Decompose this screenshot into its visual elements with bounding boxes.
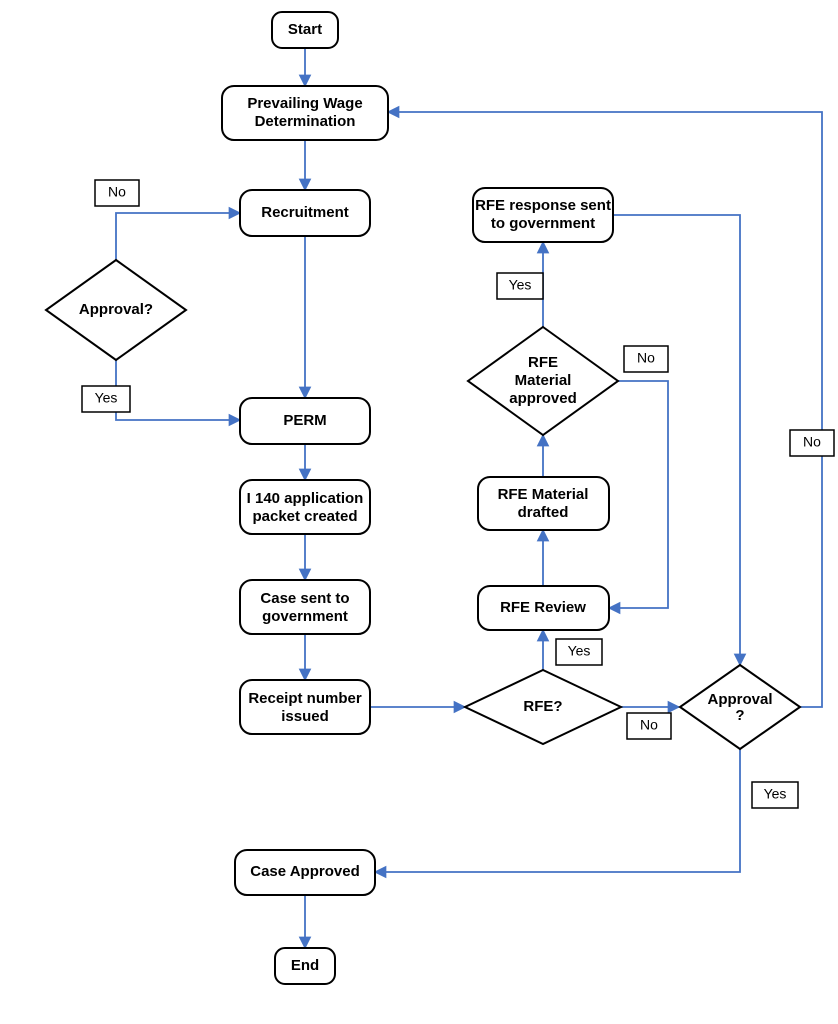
node-i140-l1: I 140 application xyxy=(247,490,364,507)
edge-approved-no xyxy=(609,381,668,608)
edge-approval1-yes xyxy=(116,360,240,420)
node-rfeappr-l3: approved xyxy=(509,390,577,407)
node-rfeq-label: RFE? xyxy=(523,698,562,715)
node-pwd-l1: Prevailing Wage xyxy=(247,95,362,112)
node-i140-l2: packet created xyxy=(252,508,357,525)
node-rfeappr-l1: RFE xyxy=(528,354,558,371)
edge-approval2-yes xyxy=(375,749,740,872)
node-receipt-l2: issued xyxy=(281,708,329,725)
label-approval2-yes-text: Yes xyxy=(764,786,787,802)
node-case-approved-label: Case Approved xyxy=(250,863,359,880)
label-rfeappr-yes-text: Yes xyxy=(509,277,532,293)
node-receipt-l1: Receipt number xyxy=(248,690,362,707)
node-approval1-label: Approval? xyxy=(79,301,153,318)
node-rfedrafted-l2: drafted xyxy=(518,504,569,521)
node-rfesent-l1: RFE response sent xyxy=(475,197,611,214)
node-rfereview-label: RFE Review xyxy=(500,599,586,616)
label-approval1-no-text: No xyxy=(108,184,126,200)
label-approval1-yes-text: Yes xyxy=(95,390,118,406)
node-recruitment-label: Recruitment xyxy=(261,204,349,221)
node-casesent-l2: government xyxy=(262,608,348,625)
edge-rfesent-approval2 xyxy=(613,215,740,665)
node-casesent-l1: Case sent to xyxy=(260,590,349,607)
label-rfeq-yes-text: Yes xyxy=(568,643,591,659)
node-approval2-l1: Approval xyxy=(707,691,772,708)
edge-approval1-no xyxy=(116,213,240,260)
node-perm-label: PERM xyxy=(283,412,326,429)
label-rfeappr-no-text: No xyxy=(637,350,655,366)
node-rfeappr-l2: Material xyxy=(515,372,572,389)
label-approval2-no-text: No xyxy=(803,434,821,450)
node-rfedrafted-l1: RFE Material xyxy=(498,486,589,503)
flowchart: Start Prevailing Wage Determination Recr… xyxy=(0,0,838,1024)
node-start-label: Start xyxy=(288,21,322,38)
node-end-label: End xyxy=(291,957,319,974)
node-rfesent-l2: to government xyxy=(491,215,595,232)
label-rfeq-no-text: No xyxy=(640,717,658,733)
node-pwd-l2: Determination xyxy=(255,113,356,130)
node-approval2-l2: ? xyxy=(735,707,744,724)
